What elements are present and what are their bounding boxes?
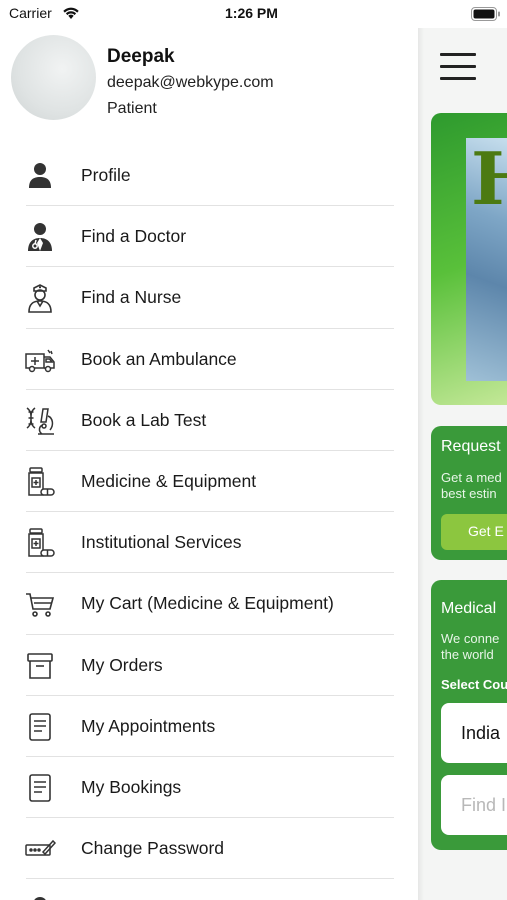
menu-item-label: Book a Lab Test xyxy=(81,409,207,430)
medical-card-text: We conne the world xyxy=(441,631,500,662)
menu-item-label: My Cart (Medicine & Equipment) xyxy=(81,593,334,614)
menu-item-label: Find a Nurse xyxy=(81,287,182,308)
medicine-bottle-icon xyxy=(24,527,56,559)
request-card-title: Request xyxy=(441,438,501,455)
document-icon xyxy=(24,772,56,804)
menu-item-label: Medicine & Equipment xyxy=(81,470,257,491)
medicine-bottle-icon xyxy=(24,466,56,498)
menu-item-label: Institutional Services xyxy=(81,532,242,553)
menu-item-next[interactable] xyxy=(0,879,418,900)
person-icon xyxy=(24,160,56,192)
menu-item-profile[interactable]: Profile xyxy=(0,145,418,207)
user-email: deepak@webkype.com xyxy=(107,74,274,91)
menu-item-change-password[interactable]: Change Password xyxy=(0,818,418,880)
medical-card-title: Medical xyxy=(441,600,497,617)
menu-item-institutional-services[interactable]: Institutional Services xyxy=(0,512,418,574)
battery-icon xyxy=(471,7,501,26)
main-screen: H Request Get a med best estin Get E Med… xyxy=(418,28,507,900)
menu-item-book-ambulance[interactable]: Book an Ambulance xyxy=(0,329,418,390)
request-card: Request Get a med best estin Get E xyxy=(431,426,507,560)
archive-box-icon xyxy=(24,650,56,682)
menu-item-my-appointments[interactable]: My Appointments xyxy=(0,696,418,757)
menu-item-my-orders[interactable]: My Orders xyxy=(0,635,418,696)
menu-item-label: Change Password xyxy=(81,838,224,859)
avatar[interactable] xyxy=(11,35,96,120)
menu-item-label: My Bookings xyxy=(81,776,182,797)
menu-item-find-doctor[interactable]: Find a Doctor xyxy=(0,206,418,268)
medical-card: Medical We conne the world Select Cou In… xyxy=(431,580,507,850)
request-card-text: Get a med best estin xyxy=(441,470,502,501)
promo-banner[interactable]: H xyxy=(431,113,507,405)
carrier-label: Carrier xyxy=(9,5,52,21)
hamburger-menu-icon[interactable] xyxy=(440,53,476,83)
menu-item-book-lab-test[interactable]: Book a Lab Test xyxy=(0,390,418,451)
menu-item-my-bookings[interactable]: My Bookings xyxy=(0,757,418,819)
status-bar: Carrier 1:26 PM xyxy=(0,0,507,28)
ambulance-icon xyxy=(24,344,56,376)
menu-item-label: My Appointments xyxy=(81,715,216,736)
menu-item-find-nurse[interactable]: Find a Nurse xyxy=(0,267,418,329)
find-input-placeholder: Find I xyxy=(461,795,507,815)
drawer-menu: Profile Find a Doctor Find a Nurse Book … xyxy=(0,145,418,900)
document-icon xyxy=(24,711,56,743)
menu-item-medicine-equipment[interactable]: Medicine & Equipment xyxy=(0,451,418,513)
menu-item-my-cart[interactable]: My Cart (Medicine & Equipment) xyxy=(0,573,418,635)
password-icon xyxy=(24,833,57,865)
user-name: Deepak xyxy=(107,46,175,67)
wifi-icon xyxy=(62,6,80,25)
cart-icon xyxy=(24,588,56,620)
country-select[interactable]: India xyxy=(441,703,507,763)
navigation-drawer: Deepak deepak@webkype.com Patient Profil… xyxy=(0,28,418,900)
user-role: Patient xyxy=(107,100,157,117)
clock-time: 1:26 PM xyxy=(225,5,278,21)
lab-test-icon xyxy=(24,405,56,437)
get-estimate-button[interactable]: Get E xyxy=(441,514,507,550)
menu-item-label: Profile xyxy=(81,165,131,185)
find-input[interactable]: Find I xyxy=(441,775,507,835)
person-icon xyxy=(24,894,56,900)
select-country-label: Select Cou xyxy=(441,677,507,692)
drawer-shadow xyxy=(418,28,424,900)
nurse-icon xyxy=(24,282,56,314)
menu-item-label: My Orders xyxy=(81,654,163,675)
menu-item-label: Book an Ambulance xyxy=(81,348,237,369)
doctor-icon xyxy=(24,221,56,253)
country-value: India xyxy=(461,723,501,743)
menu-item-label: Find a Doctor xyxy=(81,226,187,247)
banner-logo-letter: H xyxy=(471,136,507,221)
get-estimate-label: Get E xyxy=(468,523,504,539)
